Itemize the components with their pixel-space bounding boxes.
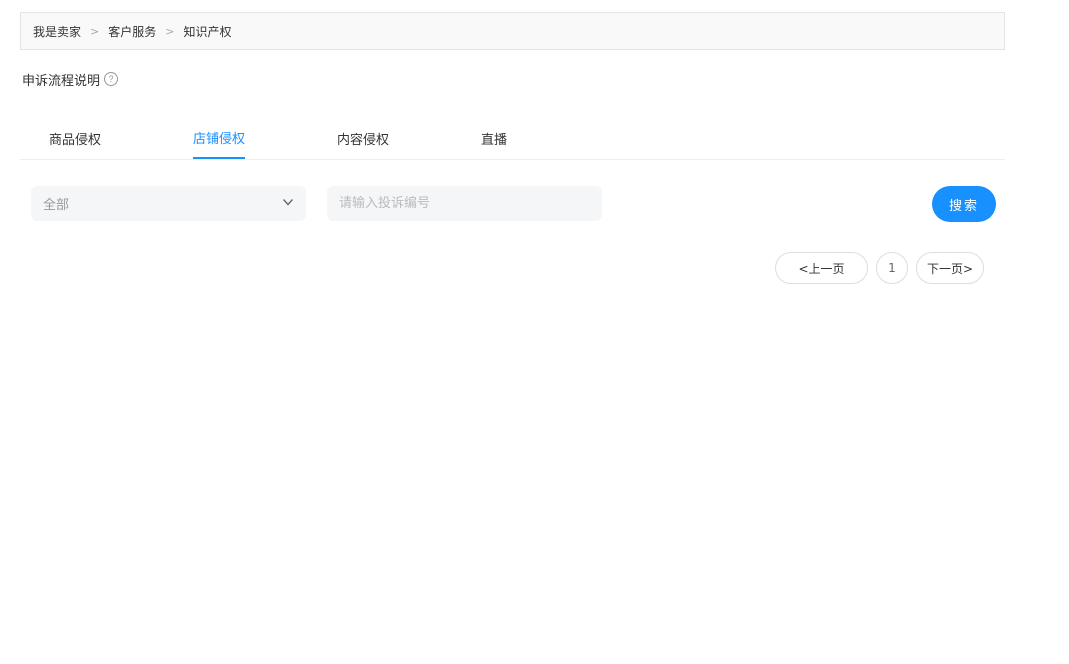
tab-bar: 商品侵权 店铺侵权 内容侵权 直播 (20, 118, 1005, 160)
help-circle-icon[interactable]: ? (104, 72, 119, 86)
breadcrumb-separator: > (165, 24, 175, 38)
breadcrumb: 我是卖家 > 客户服务 > 知识产权 (20, 12, 1005, 50)
page-title: 申诉流程说明 (22, 73, 101, 89)
search-button[interactable]: 搜索 (932, 186, 996, 222)
page: 我是卖家 > 客户服务 > 知识产权 申诉流程说明 ? 商品侵权 店铺侵权 内容… (0, 0, 1069, 664)
status-select[interactable]: 全部 (31, 186, 306, 221)
chevron-down-icon (282, 196, 294, 212)
status-select-value: 全部 (43, 198, 70, 213)
tab-product-infringement[interactable]: 商品侵权 (49, 118, 101, 159)
tab-live-stream[interactable]: 直播 (481, 118, 507, 159)
prev-page-button[interactable]: <上一页 (775, 252, 868, 284)
breadcrumb-item-ip: 知识产权 (183, 24, 232, 39)
tab-content-infringement[interactable]: 内容侵权 (337, 118, 389, 159)
appeal-process-title: 申诉流程说明 ? (22, 70, 119, 89)
page-number-button[interactable]: 1 (876, 252, 908, 284)
breadcrumb-separator: > (90, 24, 100, 38)
next-page-button[interactable]: 下一页> (916, 252, 984, 284)
breadcrumb-item-customer-service[interactable]: 客户服务 (108, 23, 156, 40)
tab-store-infringement[interactable]: 店铺侵权 (193, 118, 246, 159)
complaint-number-input[interactable] (327, 186, 602, 221)
breadcrumb-item-seller[interactable]: 我是卖家 (33, 23, 81, 40)
